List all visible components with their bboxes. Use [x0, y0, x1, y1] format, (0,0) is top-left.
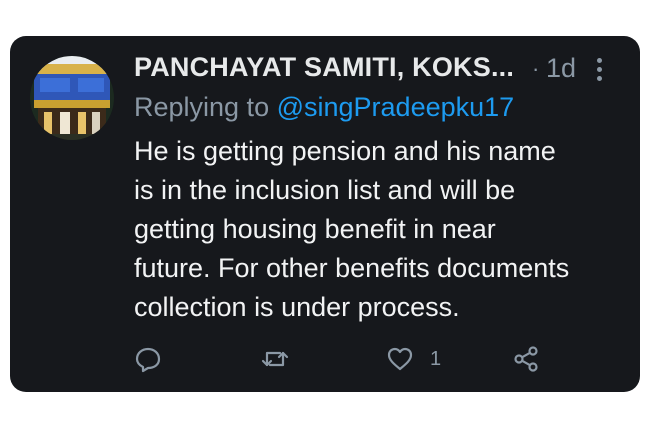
like-count: 1 [430, 347, 442, 370]
tweet-text-line: getting housing benefit in near [134, 214, 496, 244]
retweet-icon [261, 351, 289, 367]
reply-button[interactable] [134, 343, 162, 375]
retweet-button[interactable] [260, 343, 290, 375]
separator-dot: · [532, 56, 540, 81]
tweet-text-line: He is getting pension and his name [134, 136, 556, 166]
timestamp[interactable]: 1d [546, 53, 576, 84]
tweet-text-line: is in the inclusion list and will be [134, 175, 516, 205]
display-name[interactable]: PANCHAYAT SAMITI, KOKS... [134, 52, 514, 83]
avatar[interactable] [30, 56, 114, 140]
replying-to: Replying to @singPradeepku17 [134, 92, 514, 123]
tweet-card[interactable]: PANCHAYAT SAMITI, KOKS... · 1d Replying … [10, 36, 640, 392]
more-vertical-icon[interactable] [596, 58, 602, 84]
comment-icon [135, 347, 161, 373]
action-bar: 1 [134, 343, 554, 379]
tweet-text-line: collection is under process. [134, 292, 460, 322]
tweet-header: PANCHAYAT SAMITI, KOKS... · 1d [134, 50, 614, 90]
heart-icon [387, 347, 413, 371]
reply-prefix: Replying to [134, 92, 277, 122]
reply-handle-link[interactable]: @singPradeepku17 [277, 92, 515, 122]
share-icon [514, 346, 538, 372]
share-button[interactable] [512, 343, 540, 375]
like-button[interactable]: 1 [386, 343, 441, 375]
avatar-building-image [30, 56, 114, 140]
tweet-text-line: future. For other benefits documents [134, 253, 570, 283]
tweet-text: He is getting pension and his name is in… [134, 132, 634, 327]
